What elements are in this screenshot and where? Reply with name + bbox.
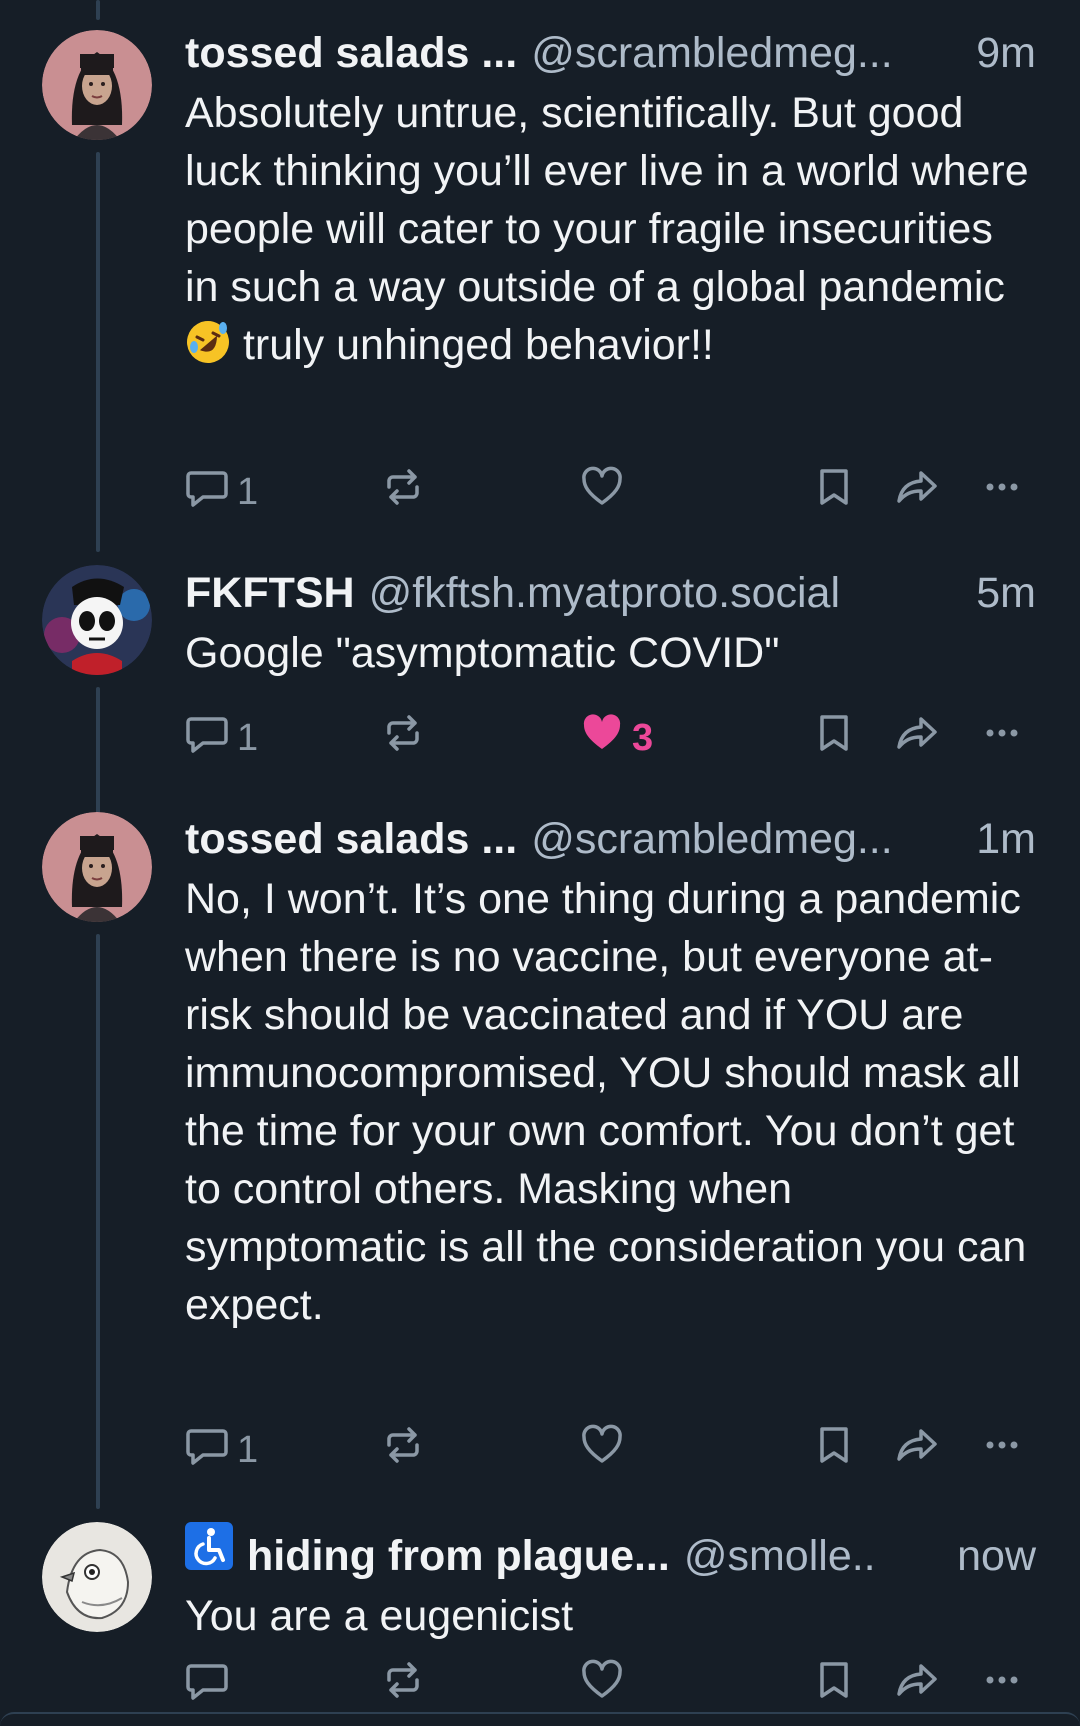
- repost-arrows-icon: [381, 711, 425, 765]
- heart-icon: [580, 1658, 624, 1712]
- bookmark-icon: [812, 1658, 856, 1712]
- share-arrow-icon: [895, 1423, 939, 1477]
- like-count: 3: [632, 716, 654, 759]
- reply-count: 1: [237, 1428, 259, 1471]
- avatar[interactable]: [42, 565, 152, 675]
- speech-bubble-icon: [185, 465, 229, 519]
- bookmark-button[interactable]: [812, 708, 856, 768]
- share-button[interactable]: [895, 1420, 939, 1480]
- post-text: Absolutely untrue, scientifically. But g…: [185, 84, 1036, 374]
- more-options-button[interactable]: [980, 462, 1024, 522]
- thread-connector-top: [96, 0, 100, 20]
- more-options-button[interactable]: [980, 708, 1024, 768]
- repost-button[interactable]: [381, 1420, 425, 1480]
- speech-bubble-icon: [185, 1423, 229, 1477]
- post-text-part: truly unhinged behavior!!: [231, 321, 714, 369]
- reply-button[interactable]: [185, 1655, 237, 1715]
- share-arrow-icon: [895, 1658, 939, 1712]
- post-time[interactable]: 5m: [966, 566, 1036, 620]
- post-header: tossed salads ... @scrambledmeg... 1m: [185, 812, 1036, 866]
- like-button[interactable]: [580, 1655, 632, 1715]
- bookmark-button[interactable]: [812, 462, 856, 522]
- bookmark-button[interactable]: [812, 1655, 856, 1715]
- author-handle[interactable]: @scrambledmeg...: [531, 26, 893, 80]
- author-handle[interactable]: @scrambledmeg...: [531, 812, 893, 866]
- author-name[interactable]: tossed salads ...: [185, 26, 517, 80]
- post-time[interactable]: 9m: [966, 26, 1036, 80]
- author-name[interactable]: FKFTSH: [185, 566, 355, 620]
- bookmark-button[interactable]: [812, 1420, 856, 1480]
- reply-button[interactable]: 1: [185, 708, 258, 768]
- author-handle[interactable]: @fkftsh.myatproto.social: [369, 566, 840, 620]
- repost-arrows-icon: [381, 1658, 425, 1712]
- heart-icon: [580, 1423, 624, 1477]
- speech-bubble-icon: [185, 1658, 229, 1712]
- reply-count: 1: [237, 470, 259, 513]
- more-options-button[interactable]: [980, 1420, 1024, 1480]
- like-button[interactable]: 3: [580, 708, 653, 768]
- post-text-part: Absolutely untrue, scientifically. But g…: [185, 89, 1029, 311]
- reply-count: 1: [237, 716, 259, 759]
- share-arrow-icon: [895, 711, 939, 765]
- author-name[interactable]: hiding from plague...: [247, 1529, 670, 1583]
- post-time[interactable]: 1m: [966, 812, 1036, 866]
- post-text: Google "asymptomatic COVID": [185, 629, 780, 677]
- reply-button[interactable]: 1: [185, 462, 258, 522]
- share-arrow-icon: [895, 465, 939, 519]
- post-text: No, I won’t. It’s one thing during a pan…: [185, 875, 1027, 1329]
- like-button[interactable]: [580, 1420, 632, 1480]
- share-button[interactable]: [895, 462, 939, 522]
- thread-line: [96, 934, 100, 1509]
- speech-bubble-icon: [185, 711, 229, 765]
- post-actions: [185, 1655, 1035, 1715]
- repost-button[interactable]: [381, 462, 425, 522]
- post-actions: 1: [185, 1420, 1035, 1480]
- author-handle[interactable]: @smolle..: [684, 1529, 876, 1583]
- ellipsis-icon: [980, 711, 1024, 765]
- repost-arrows-icon: [381, 1423, 425, 1477]
- more-options-button[interactable]: [980, 1655, 1024, 1715]
- post-text: You are a eugenicist: [185, 1592, 574, 1640]
- ellipsis-icon: [980, 1658, 1024, 1712]
- post-actions: 1 3: [185, 708, 1035, 768]
- repost-arrows-icon: [381, 465, 425, 519]
- avatar[interactable]: [42, 30, 152, 140]
- share-button[interactable]: [895, 708, 939, 768]
- repost-button[interactable]: [381, 1655, 425, 1715]
- reply-button[interactable]: 1: [185, 1420, 258, 1480]
- post-actions: 1: [185, 462, 1035, 522]
- avatar[interactable]: [42, 1522, 152, 1632]
- post-header: FKFTSH @fkftsh.myatproto.social 5m: [185, 566, 1036, 620]
- author-name[interactable]: tossed salads ...: [185, 812, 517, 866]
- heart-icon: [580, 465, 624, 519]
- ellipsis-icon: [980, 465, 1024, 519]
- repost-button[interactable]: [381, 708, 425, 768]
- bookmark-icon: [812, 465, 856, 519]
- bookmark-icon: [812, 711, 856, 765]
- avatar[interactable]: [42, 812, 152, 922]
- accessibility-icon: [185, 1522, 233, 1570]
- like-button[interactable]: [580, 462, 632, 522]
- share-button[interactable]: [895, 1655, 939, 1715]
- post-header: tossed salads ... @scrambledmeg... 9m: [185, 26, 1036, 80]
- ellipsis-icon: [980, 1423, 1024, 1477]
- post-time[interactable]: now: [947, 1529, 1036, 1583]
- heart-filled-icon: [580, 711, 624, 765]
- post-header: hiding from plague... @smolle.. now: [185, 1522, 1036, 1583]
- bookmark-icon: [812, 1423, 856, 1477]
- rofl-emoji-icon: [185, 319, 231, 365]
- thread-line: [96, 152, 100, 552]
